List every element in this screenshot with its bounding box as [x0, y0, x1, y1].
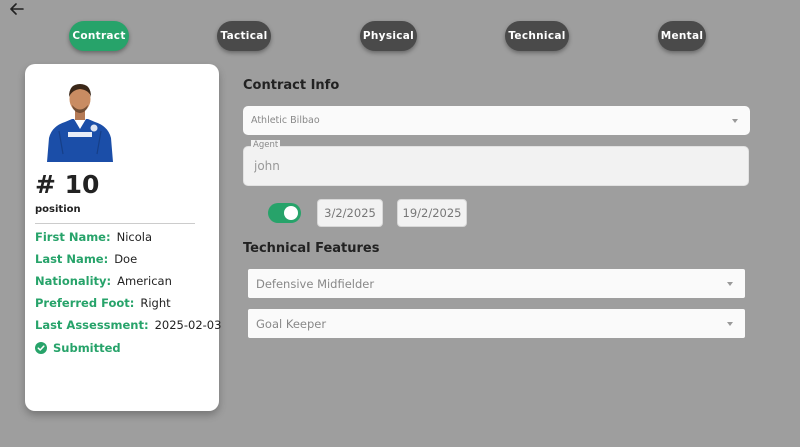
preferred-foot-row: Preferred Foot: Right — [35, 296, 171, 310]
last-assessment-value: 2025-02-03 — [154, 318, 222, 332]
chevron-down-icon — [727, 321, 733, 326]
start-date-field[interactable]: 3/2/2025 — [317, 199, 383, 227]
arrow-left-icon — [10, 3, 24, 15]
tab-technical[interactable]: Technical — [505, 21, 569, 51]
contract-toggle[interactable] — [268, 203, 301, 223]
last-assessment-row: Last Assessment: 2025-02-03 — [35, 318, 221, 332]
last-name-label: Last Name: — [35, 252, 109, 266]
nationality-row: Nationality: American — [35, 274, 172, 288]
contract-info-title: Contract Info — [243, 78, 340, 93]
tab-tactical[interactable]: Tactical — [217, 21, 271, 51]
player-position: position — [35, 204, 81, 215]
toggle-knob — [284, 206, 298, 220]
end-date-field[interactable]: 19/2/2025 — [397, 199, 467, 227]
first-name-label: First Name: — [35, 230, 111, 244]
nationality-value: American — [117, 274, 172, 288]
first-name-row: First Name: Nicola — [35, 230, 152, 244]
last-name-row: Last Name: Doe — [35, 252, 137, 266]
last-name-value: Doe — [114, 252, 138, 266]
check-circle-icon — [35, 342, 47, 354]
primary-feature-select[interactable]: Defensive Midfielder — [248, 269, 745, 298]
card-divider — [35, 223, 195, 224]
submitted-status: Submitted — [35, 341, 121, 355]
chevron-down-icon — [727, 281, 733, 286]
player-card: # 10 position First Name: Nicola Last Nam… — [25, 64, 221, 411]
preferred-foot-label: Preferred Foot: — [35, 296, 135, 310]
technical-features-title: Technical Features — [243, 241, 380, 256]
back-button[interactable] — [8, 1, 26, 17]
agent-field[interactable]: Agent — [243, 140, 749, 186]
agent-input[interactable] — [252, 158, 736, 174]
secondary-feature-value: Goal Keeper — [256, 316, 327, 331]
tab-bar: Contract Tactical Physical Technical Men… — [0, 21, 800, 53]
player-photo — [47, 84, 113, 162]
first-name-value: Nicola — [116, 230, 152, 244]
agent-field-label: Agent — [251, 140, 281, 150]
club-select[interactable]: Athletic Bilbao — [243, 106, 750, 135]
primary-feature-value: Defensive Midfielder — [256, 276, 375, 291]
club-select-value: Athletic Bilbao — [251, 115, 320, 126]
tab-mental[interactable]: Mental — [658, 21, 706, 51]
secondary-feature-select[interactable]: Goal Keeper — [248, 309, 745, 338]
tab-contract[interactable]: Contract — [69, 21, 129, 51]
chevron-down-icon — [732, 118, 738, 123]
tab-physical[interactable]: Physical — [360, 21, 417, 51]
player-number: # 10 — [35, 170, 100, 199]
nationality-label: Nationality: — [35, 274, 112, 288]
status-text: Submitted — [53, 341, 121, 355]
preferred-foot-value: Right — [140, 296, 171, 310]
last-assessment-label: Last Assessment: — [35, 318, 149, 332]
